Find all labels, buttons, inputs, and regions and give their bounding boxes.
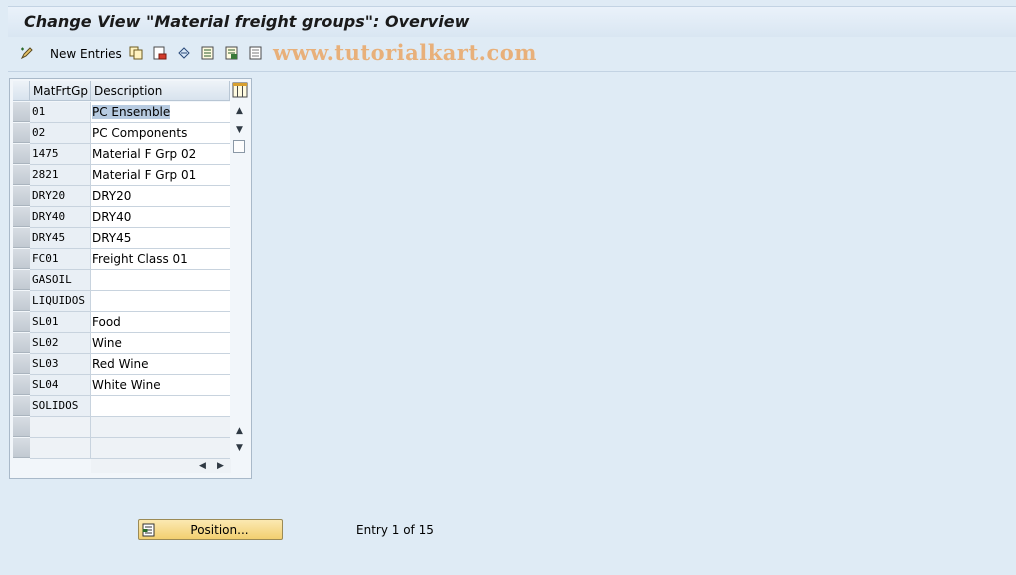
description-text: DRY40 [92, 210, 132, 224]
entry-counter: Entry 1 of 15 [356, 523, 434, 537]
cell-matfrtgp[interactable]: 01 [30, 102, 91, 123]
description-text: Wine [92, 336, 122, 350]
cell-description[interactable]: Red Wine [91, 354, 230, 375]
description-text: Red Wine [92, 357, 149, 371]
cell-matfrtgp[interactable] [30, 438, 91, 459]
cell-matfrtgp[interactable]: SL04 [30, 375, 91, 396]
cell-description[interactable]: Freight Class 01 [91, 249, 230, 270]
cell-description[interactable]: Wine [91, 333, 230, 354]
watermark: www.tutorialkart.com [273, 40, 537, 65]
scrollbar-thumb[interactable] [233, 140, 245, 153]
title-bar: Change View "Material freight groups": O… [8, 6, 1016, 38]
cell-description[interactable]: PC Components [91, 123, 230, 144]
row-selector[interactable] [13, 417, 30, 437]
description-text: Freight Class 01 [92, 252, 188, 266]
select-all-icon[interactable] [201, 46, 215, 60]
cell-matfrtgp[interactable]: FC01 [30, 249, 91, 270]
description-text: DRY45 [92, 231, 132, 245]
select-block-icon[interactable] [225, 46, 239, 60]
row-selector[interactable] [13, 144, 30, 164]
row-selector[interactable] [13, 249, 30, 269]
row-selector[interactable] [13, 312, 30, 332]
table-control: MatFrtGp Description 01 PC Ensemble 02 PC C… [9, 78, 252, 479]
cell-description[interactable]: White Wine [91, 375, 230, 396]
cell-matfrtgp[interactable]: LIQUIDOS [30, 291, 91, 312]
delete-icon[interactable] [153, 46, 167, 60]
description-text: White Wine [92, 378, 161, 392]
column-header-description[interactable]: Description [91, 81, 230, 101]
horizontal-scrollbar[interactable]: ◀ ▶ [91, 459, 231, 473]
vertical-scrollbar[interactable]: ▲ ▼ ▲ ▼ [231, 102, 248, 457]
deselect-all-icon[interactable] [249, 46, 263, 60]
row-selector[interactable] [13, 354, 30, 374]
cell-description[interactable] [91, 417, 230, 438]
scroll-page-down-arrow-icon[interactable]: ▼ [234, 443, 245, 453]
cell-description[interactable]: DRY40 [91, 207, 230, 228]
new-entries-button[interactable]: New Entries [50, 47, 122, 61]
description-text: PC Ensemble [92, 105, 171, 119]
cell-description[interactable]: Material F Grp 02 [91, 144, 230, 165]
copy-icon[interactable] [129, 46, 143, 60]
row-selector[interactable] [13, 375, 30, 395]
cell-matfrtgp[interactable]: GASOIL [30, 270, 91, 291]
row-selector[interactable] [13, 165, 30, 185]
row-selector[interactable] [13, 438, 30, 458]
row-selector[interactable] [13, 291, 30, 311]
row-selector[interactable] [13, 207, 30, 227]
cell-matfrtgp[interactable]: SOLIDOS [30, 396, 91, 417]
cell-matfrtgp[interactable]: 1475 [30, 144, 91, 165]
row-selector[interactable] [13, 186, 30, 206]
cell-description[interactable] [91, 291, 230, 312]
cell-matfrtgp[interactable]: DRY45 [30, 228, 91, 249]
row-selector[interactable] [13, 270, 30, 290]
description-text: DRY20 [92, 189, 132, 203]
cell-matfrtgp[interactable]: 02 [30, 123, 91, 144]
undo-icon[interactable] [177, 46, 191, 60]
table-settings-icon[interactable] [232, 82, 248, 98]
column-header-matfrtgp[interactable]: MatFrtGp [30, 81, 91, 101]
select-all-rows-corner[interactable] [13, 81, 30, 101]
cell-description[interactable]: PC Ensemble [91, 102, 230, 123]
description-text: Food [92, 315, 121, 329]
description-text: PC Components [92, 126, 188, 140]
scroll-left-arrow-icon[interactable]: ◀ [197, 459, 208, 473]
cell-matfrtgp[interactable]: SL02 [30, 333, 91, 354]
cell-description[interactable] [91, 396, 230, 417]
cell-matfrtgp[interactable]: SL03 [30, 354, 91, 375]
cell-matfrtgp[interactable]: DRY40 [30, 207, 91, 228]
row-selector[interactable] [13, 333, 30, 353]
row-selector[interactable] [13, 396, 30, 416]
position-button-label: Position... [190, 523, 249, 537]
scroll-up-arrow-icon[interactable]: ▲ [234, 106, 245, 116]
cell-description[interactable] [91, 438, 230, 459]
row-selector[interactable] [13, 228, 30, 248]
change-display-icon[interactable] [20, 46, 34, 60]
cell-description[interactable]: Food [91, 312, 230, 333]
description-text: Material F Grp 01 [92, 168, 197, 182]
scroll-right-arrow-icon[interactable]: ▶ [215, 459, 226, 473]
cell-description[interactable]: Material F Grp 01 [91, 165, 230, 186]
scroll-down-arrow-icon[interactable]: ▼ [234, 125, 245, 135]
position-button[interactable]: Position... [138, 519, 283, 540]
cell-description[interactable]: DRY20 [91, 186, 230, 207]
cell-description[interactable]: DRY45 [91, 228, 230, 249]
cell-matfrtgp[interactable]: SL01 [30, 312, 91, 333]
row-selector[interactable] [13, 102, 30, 122]
page-title: Change View "Material freight groups": O… [24, 12, 470, 31]
cell-matfrtgp[interactable]: DRY20 [30, 186, 91, 207]
description-text: Material F Grp 02 [92, 147, 197, 161]
cell-description[interactable] [91, 270, 230, 291]
row-selector[interactable] [13, 123, 30, 143]
cell-matfrtgp[interactable]: 2821 [30, 165, 91, 186]
cell-matfrtgp[interactable] [30, 417, 91, 438]
scroll-page-up-arrow-icon[interactable]: ▲ [234, 426, 245, 436]
application-toolbar: New Entries www.tutorialkart.com [8, 37, 1016, 72]
